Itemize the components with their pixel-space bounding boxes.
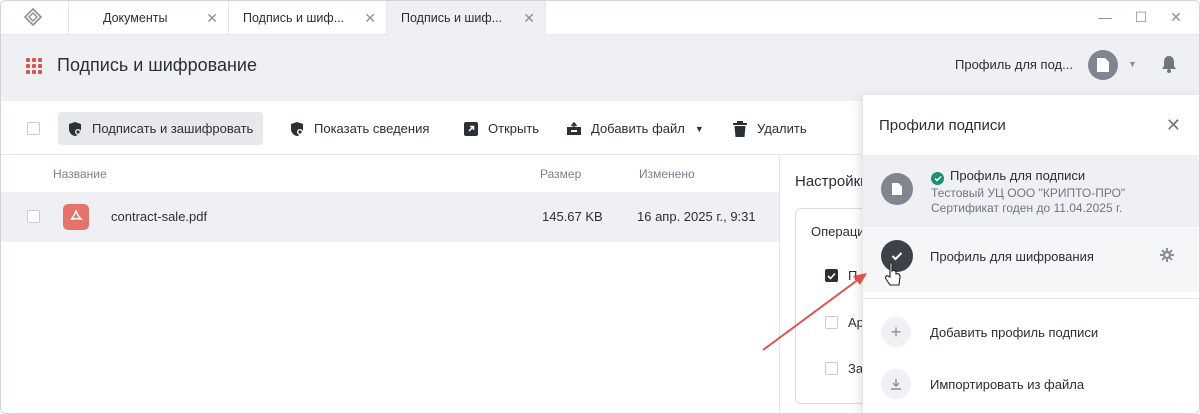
profile-avatar[interactable]: [1088, 50, 1118, 80]
delete-label: Удалить: [757, 121, 807, 136]
tab-label: Подпись и шиф...: [243, 11, 345, 25]
open-button[interactable]: Открыть: [454, 112, 549, 145]
tab-sign-encrypt-1[interactable]: Подпись и шиф... ✕: [228, 1, 386, 35]
close-window-icon[interactable]: ✕: [1166, 9, 1186, 26]
maximize-icon[interactable]: ☐: [1131, 9, 1151, 26]
option-checkbox[interactable]: [825, 316, 838, 329]
apps-grid-icon[interactable]: [26, 58, 42, 74]
profiles-dropdown: Профили подписи ✕ Профиль для подписи Те…: [862, 95, 1199, 413]
tab-sign-encrypt-2[interactable]: Подпись и шиф... ✕: [386, 1, 546, 35]
option-label: За: [848, 361, 864, 376]
close-icon[interactable]: ✕: [1166, 115, 1181, 136]
settings-panel: Настройки Операции П Ар За: [779, 156, 885, 413]
open-external-icon: [462, 120, 480, 138]
option-checkbox[interactable]: [825, 362, 838, 375]
bell-icon[interactable]: [1161, 55, 1177, 73]
minimize-icon[interactable]: —: [1095, 9, 1115, 25]
import-file-label: Импортировать из файла: [930, 377, 1085, 392]
current-profile-name[interactable]: Профиль для под...: [955, 57, 1073, 72]
chevron-down-icon[interactable]: ▼: [1128, 59, 1137, 69]
delete-button[interactable]: Удалить: [723, 112, 817, 145]
table-header: Название Размер Изменено: [1, 156, 779, 192]
column-modified[interactable]: Изменено: [639, 167, 695, 181]
profile-item-encrypt[interactable]: Профиль для шифрования: [863, 228, 1199, 292]
shield-sign-icon: [66, 120, 84, 138]
divider: [863, 298, 1199, 299]
app-logo-icon: [23, 7, 43, 27]
tab-documents[interactable]: Документы ✕: [68, 1, 228, 35]
tab-close-icon[interactable]: ✕: [206, 10, 218, 27]
chevron-down-icon[interactable]: ▼: [695, 124, 704, 134]
add-profile-button[interactable]: + Добавить профиль подписи: [863, 313, 1199, 353]
toolbar: Подписать и зашифровать Показать сведени…: [1, 101, 861, 155]
tab-close-icon[interactable]: ✕: [523, 10, 535, 27]
checkmark-icon: [891, 252, 903, 261]
profile-avatar: [881, 173, 913, 205]
table-row[interactable]: contract-sale.pdf 145.67 KB 16 апр. 2025…: [1, 192, 779, 242]
profile-avatar-selected: [881, 240, 913, 272]
document-icon: [1097, 58, 1109, 72]
add-file-label: Добавить файл: [591, 121, 685, 136]
select-all-checkbox[interactable]: [27, 122, 40, 135]
tab-close-icon[interactable]: ✕: [364, 10, 376, 27]
show-info-label: Показать сведения: [314, 121, 430, 136]
pdf-icon: [63, 204, 89, 230]
profiles-title: Профили подписи: [879, 117, 1006, 134]
check-circle-icon: [931, 172, 944, 185]
tab-label: Подпись и шиф...: [401, 11, 503, 25]
page-title: Подпись и шифрование: [57, 55, 257, 75]
profile-name: Профиль для шифрования: [930, 249, 1094, 264]
shield-info-icon: [288, 120, 306, 138]
column-name[interactable]: Название: [53, 167, 107, 181]
trash-icon: [731, 120, 749, 138]
add-file-icon: [565, 120, 583, 138]
gear-icon[interactable]: [1160, 248, 1174, 262]
sign-encrypt-button[interactable]: Подписать и зашифровать: [58, 112, 264, 145]
app-header: Подпись и шифрование Профиль для под... …: [1, 35, 1199, 101]
document-icon: [892, 183, 902, 195]
app-window: Документы ✕ Подпись и шиф... ✕ Подпись и…: [0, 0, 1200, 414]
option-label: П: [848, 268, 858, 283]
file-size: 145.67 KB: [542, 209, 603, 224]
settings-title: Настройки: [795, 173, 869, 190]
row-checkbox[interactable]: [27, 210, 40, 223]
add-profile-label: Добавить профиль подписи: [930, 325, 1099, 340]
profile-name: Профиль для подписи: [931, 168, 1085, 185]
column-size[interactable]: Размер: [540, 167, 581, 181]
option-checkbox-checked[interactable]: [825, 269, 838, 282]
plus-icon: +: [881, 317, 911, 347]
add-file-button[interactable]: Добавить файл ▼: [557, 112, 714, 145]
sign-encrypt-label: Подписать и зашифровать: [92, 121, 254, 136]
open-label: Открыть: [488, 121, 540, 136]
tab-bar: Документы ✕ Подпись и шиф... ✕ Подпись и…: [1, 1, 1199, 35]
tab-label: Документы: [103, 11, 168, 25]
download-icon: [881, 369, 911, 399]
file-name: contract-sale.pdf: [111, 209, 208, 224]
show-info-button[interactable]: Показать сведения: [280, 112, 439, 145]
profile-item-sign[interactable]: Профиль для подписи Тестовый УЦ ООО "КРИ…: [863, 155, 1199, 227]
file-modified: 16 апр. 2025 г., 9:31: [637, 209, 756, 224]
profile-issuer: Тестовый УЦ ООО "КРИПТО-ПРО": [931, 186, 1126, 200]
profile-validity: Сертификат годен до 11.04.2025 г.: [931, 201, 1123, 215]
import-file-button[interactable]: Импортировать из файла: [863, 365, 1199, 405]
